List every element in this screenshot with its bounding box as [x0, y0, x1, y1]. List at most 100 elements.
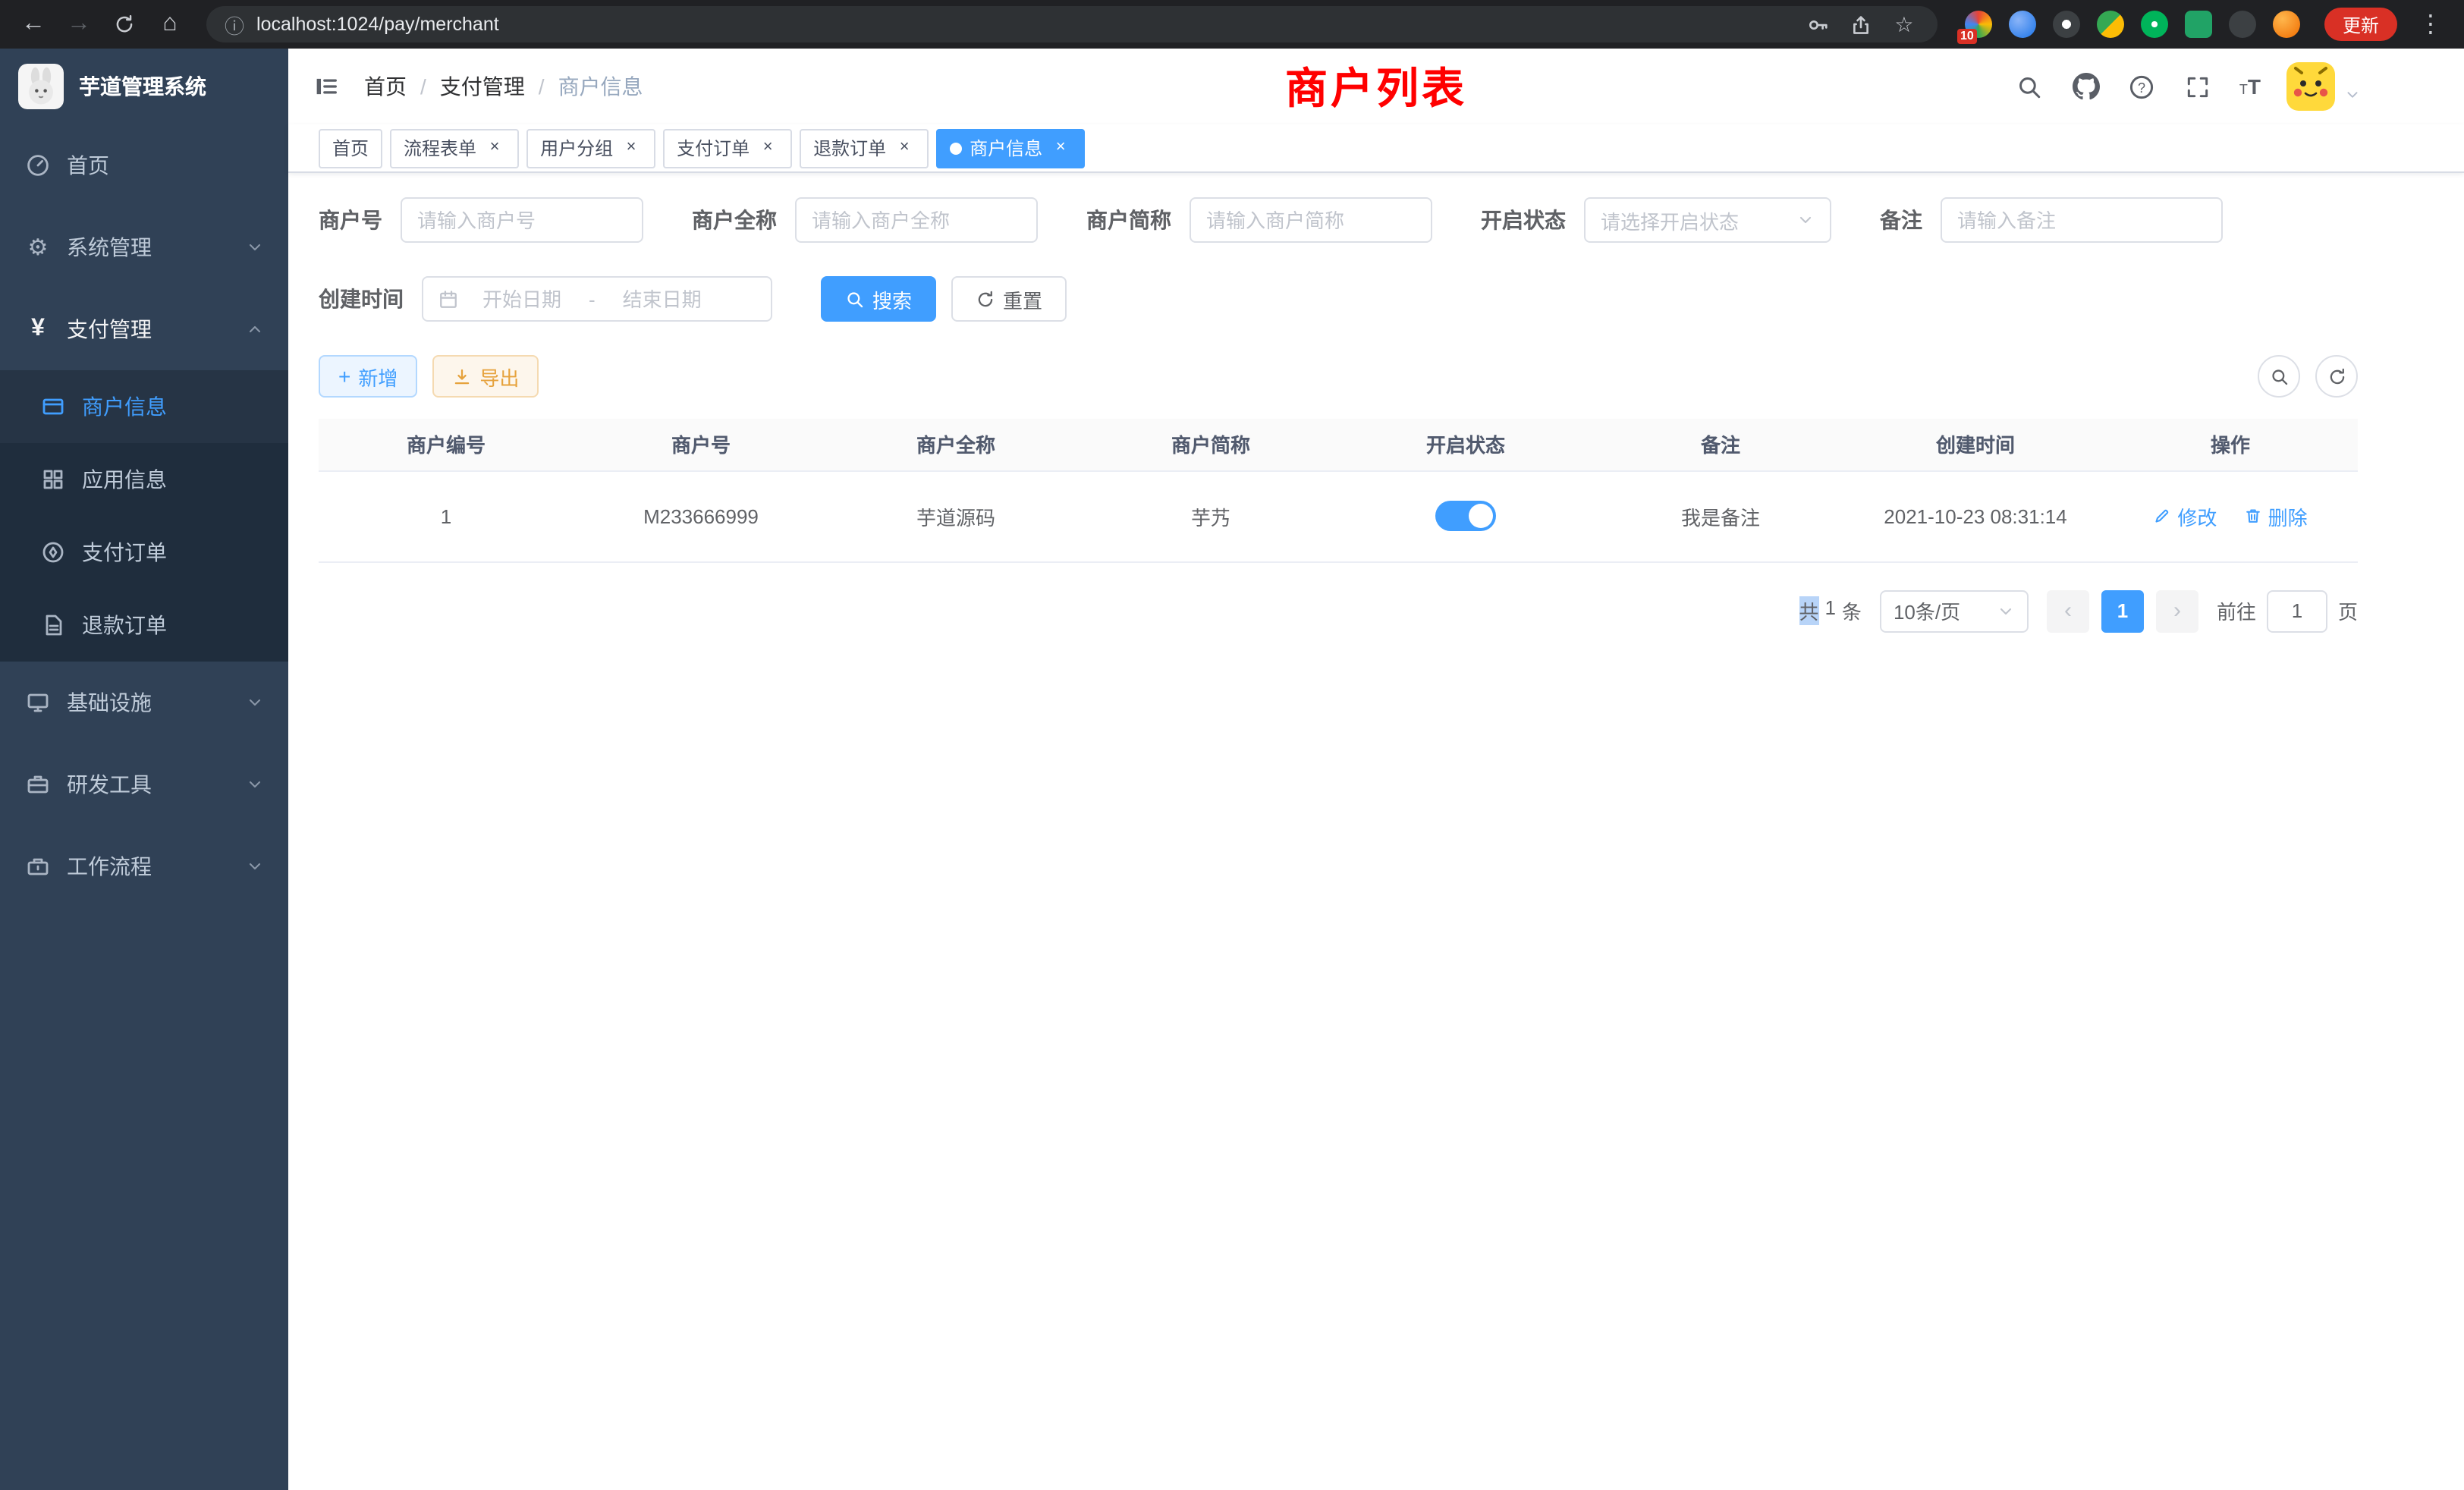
extension-icon-5[interactable]: [2141, 11, 2168, 38]
merchant-full-name-input[interactable]: [795, 197, 1038, 243]
tab-label: 退款订单: [813, 135, 886, 161]
bookmark-star-icon[interactable]: ☆: [1889, 9, 1919, 39]
merchant-short-name-input[interactable]: [1190, 197, 1432, 243]
gear-icon: ⚙: [24, 236, 52, 259]
extension-icon-7[interactable]: [2229, 11, 2256, 38]
export-button[interactable]: 导出: [432, 355, 539, 398]
sidebar-item-refund-order[interactable]: 退款订单: [0, 589, 288, 662]
tab-merchant-info[interactable]: 商户信息 ×: [936, 128, 1085, 168]
extension-icon-6[interactable]: [2185, 11, 2212, 38]
field-label: 创建时间: [319, 284, 404, 314]
search-icon[interactable]: [2015, 71, 2045, 102]
bank-card-icon: [39, 395, 67, 419]
compass-icon: [39, 540, 67, 564]
reset-button-item: 重置: [951, 276, 1067, 322]
close-icon[interactable]: ×: [757, 137, 778, 159]
merchant-no-input-field[interactable]: [417, 209, 627, 231]
extension-icon-2[interactable]: [2009, 11, 2036, 38]
create-time-range-picker[interactable]: -: [422, 276, 772, 322]
browser-menu-icon[interactable]: ⋮: [2409, 3, 2452, 46]
tab-pay-order[interactable]: 支付订单 ×: [663, 128, 792, 168]
tab-home[interactable]: 首页: [319, 128, 382, 168]
browser-reload-icon[interactable]: [103, 3, 146, 46]
browser-forward-icon[interactable]: →: [58, 3, 100, 46]
user-avatar[interactable]: [2286, 62, 2335, 111]
col-remark: 备注: [1593, 419, 1848, 470]
refresh-icon[interactable]: [2315, 355, 2358, 398]
merchant-no-input[interactable]: [401, 197, 643, 243]
sidebar-item-pay-order[interactable]: 支付订单: [0, 516, 288, 589]
font-size-icon[interactable]: TT: [2239, 76, 2261, 97]
filter-merchant-short-name: 商户简称: [1086, 197, 1432, 243]
tab-process-form[interactable]: 流程表单 ×: [390, 128, 519, 168]
tab-refund-order[interactable]: 退款订单 ×: [800, 128, 929, 168]
merchant-short-name-input-field[interactable]: [1206, 209, 1416, 231]
close-icon[interactable]: ×: [484, 137, 505, 159]
url-text: localhost:1024/pay/merchant: [256, 14, 1792, 35]
sidebar-item-infra[interactable]: 基础设施: [0, 662, 288, 743]
prev-page-button[interactable]: ‹: [2047, 589, 2089, 632]
delete-link[interactable]: 删除: [2244, 501, 2308, 530]
toggle-search-icon[interactable]: [2258, 355, 2300, 398]
extension-icon-3[interactable]: [2053, 11, 2080, 38]
page-jumper: 前往 页: [2217, 589, 2358, 632]
close-icon[interactable]: ×: [894, 137, 915, 159]
help-icon[interactable]: ?: [2127, 71, 2158, 102]
filter-create-time: 创建时间 -: [319, 276, 772, 322]
sidebar-item-home[interactable]: 首页: [0, 124, 288, 206]
add-button[interactable]: + 新增: [319, 355, 417, 398]
tab-label: 用户分组: [540, 135, 613, 161]
page-number-1[interactable]: 1: [2101, 589, 2144, 632]
next-page-button[interactable]: ›: [2156, 589, 2198, 632]
sidebar-item-workflow[interactable]: 工作流程: [0, 825, 288, 907]
sidebar-item-merchant-info[interactable]: 商户信息: [0, 370, 288, 443]
status-toggle[interactable]: [1435, 501, 1496, 531]
sidebar-item-pay[interactable]: ¥ 支付管理: [0, 288, 288, 370]
status-select[interactable]: 请选择开启状态: [1584, 197, 1831, 243]
search-button[interactable]: 搜索: [821, 276, 936, 322]
breadcrumb-home[interactable]: 首页: [364, 71, 407, 102]
password-key-icon[interactable]: [1804, 9, 1834, 39]
close-icon[interactable]: ×: [621, 137, 642, 159]
browser-update-button[interactable]: 更新: [2324, 8, 2397, 41]
pagination-total-count: 1: [1824, 596, 1835, 625]
profile-avatar[interactable]: [2273, 11, 2300, 38]
pagination-total-unit: 条: [1842, 596, 1862, 625]
extension-icon-4[interactable]: [2097, 11, 2124, 38]
close-icon[interactable]: ×: [1050, 137, 1071, 159]
sidebar-item-app-info[interactable]: 应用信息: [0, 443, 288, 516]
breadcrumb-pay-management[interactable]: 支付管理: [440, 71, 525, 102]
remark-input[interactable]: [1941, 197, 2223, 243]
col-merchant-index: 商户编号: [319, 419, 574, 470]
start-date-input[interactable]: [467, 288, 577, 310]
tags-view: 首页 流程表单 × 用户分组 × 支付订单 × 退款订单 ×: [288, 124, 2464, 173]
site-info-icon[interactable]: ⓘ: [225, 10, 244, 39]
user-menu[interactable]: [2286, 62, 2361, 111]
chevron-down-icon[interactable]: [2344, 86, 2361, 103]
address-bar[interactable]: ⓘ localhost:1024/pay/merchant ☆: [206, 6, 1938, 42]
tab-user-group[interactable]: 用户分组 ×: [526, 128, 655, 168]
tab-label: 商户信息: [970, 135, 1042, 161]
sidebar-item-dev-tools[interactable]: 研发工具: [0, 743, 288, 825]
merchant-full-name-input-field[interactable]: [812, 209, 1021, 231]
jump-page-input[interactable]: [2267, 589, 2327, 632]
reset-button[interactable]: 重置: [951, 276, 1067, 322]
fullscreen-icon[interactable]: [2183, 71, 2214, 102]
browser-back-icon[interactable]: ←: [12, 3, 55, 46]
share-icon[interactable]: [1846, 9, 1877, 39]
browser-home-icon[interactable]: ⌂: [149, 3, 191, 46]
github-icon[interactable]: [2071, 71, 2101, 102]
page-size-select[interactable]: 10条/页: [1880, 589, 2029, 632]
sidebar-item-system[interactable]: ⚙ 系统管理: [0, 206, 288, 288]
app-logo[interactable]: 芋道管理系统: [0, 49, 288, 124]
chevron-down-icon: [246, 238, 264, 256]
sidebar-collapse-icon[interactable]: [310, 70, 343, 103]
page-size-value: 10条/页: [1894, 596, 1960, 625]
end-date-input[interactable]: [608, 288, 717, 310]
remark-input-field[interactable]: [1957, 209, 2206, 231]
edit-link-label: 修改: [2177, 501, 2217, 530]
sidebar-item-label: 工作流程: [67, 851, 231, 882]
edit-link[interactable]: 修改: [2153, 501, 2217, 530]
extension-icon-1[interactable]: 10: [1965, 11, 1992, 38]
browser-window: ← → ⌂ ⓘ localhost:1024/pay/merchant ☆ 10: [0, 0, 2464, 1490]
